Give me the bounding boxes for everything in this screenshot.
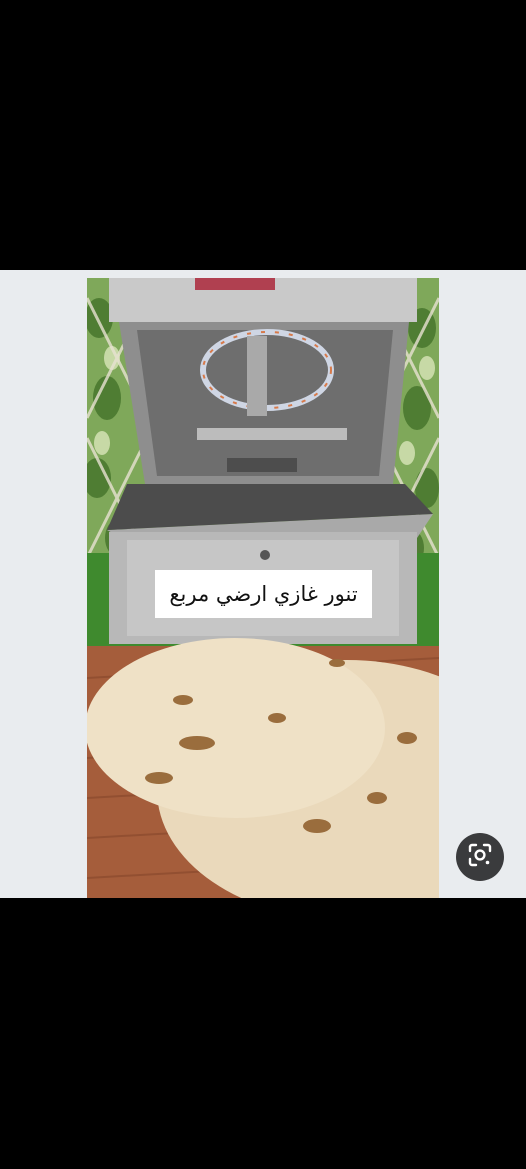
image-viewer: تنور غازي ارضي مربع (0, 270, 526, 898)
google-lens-icon (467, 842, 493, 872)
bottom-black-area (0, 898, 526, 1169)
top-black-area (0, 0, 526, 270)
google-lens-button[interactable] (456, 833, 504, 881)
image-caption: تنور غازي ارضي مربع (155, 570, 372, 618)
